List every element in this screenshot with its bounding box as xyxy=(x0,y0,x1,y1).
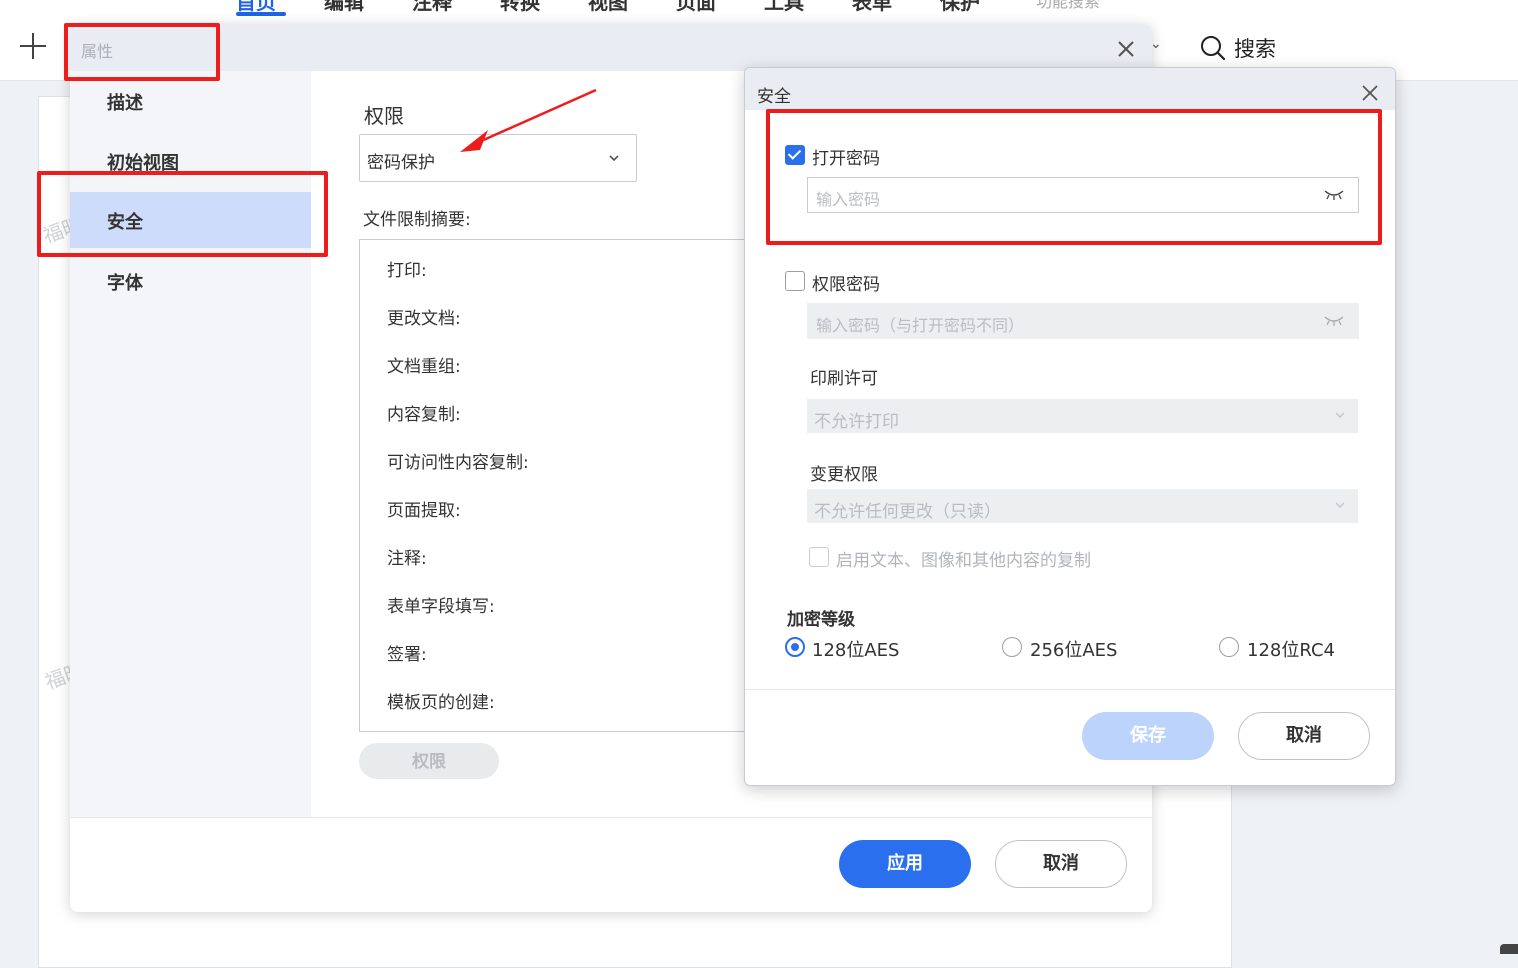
menu-convert[interactable]: 转换 xyxy=(500,0,588,15)
permission-select[interactable]: 密码保护 xyxy=(359,134,637,182)
enable-copy-checkbox[interactable] xyxy=(809,547,829,567)
chevron-down-icon xyxy=(1335,502,1345,508)
permission-password-label: 权限密码 xyxy=(812,275,880,295)
radio-128-aes[interactable] xyxy=(785,637,805,657)
permission-password-input[interactable]: 输入密码（与打开密码不同） xyxy=(807,303,1359,339)
summary-row: 打印: xyxy=(387,261,427,281)
summary-row: 注释: xyxy=(387,549,427,569)
sidebar-item-fonts[interactable]: 字体 xyxy=(70,253,311,309)
sidebar-item-description[interactable]: 描述 xyxy=(70,73,311,129)
sidebar-item-label: 安全 xyxy=(107,212,143,233)
radio-256-aes[interactable] xyxy=(1002,637,1022,657)
open-password-checkbox[interactable] xyxy=(785,145,805,165)
permissions-button[interactable]: 权限 xyxy=(359,743,499,779)
input-placeholder: 输入密码（与打开密码不同） xyxy=(816,316,1025,335)
open-password-label: 打开密码 xyxy=(812,149,880,169)
select-value: 不允许打印 xyxy=(814,412,899,432)
active-menu-indicator xyxy=(236,12,286,16)
enable-copy-label: 启用文本、图像和其他内容的复制 xyxy=(836,551,1091,571)
menu-view[interactable]: 视图 xyxy=(588,0,676,15)
security-dialog-header: 安全 xyxy=(745,68,1395,110)
menu-comment[interactable]: 注释 xyxy=(412,0,500,15)
radio-label: 256位AES xyxy=(1030,640,1118,661)
summary-row: 表单字段填写: xyxy=(387,597,495,617)
eye-closed-icon[interactable] xyxy=(1324,189,1344,201)
radio-label: 128位AES xyxy=(812,640,900,661)
menu-page[interactable]: 页面 xyxy=(676,0,764,15)
chevron-down-icon xyxy=(609,155,619,162)
menu-form[interactable]: 表单 xyxy=(852,0,940,15)
feature-search[interactable]: 功能搜索 xyxy=(1036,0,1100,12)
menu-protect[interactable]: 保护 xyxy=(940,0,1028,15)
close-icon[interactable] xyxy=(1116,39,1136,59)
scroll-handle[interactable] xyxy=(1500,944,1518,954)
print-permission-select[interactable]: 不允许打印 xyxy=(807,399,1358,433)
radio-label: 128位RC4 xyxy=(1247,640,1335,661)
input-placeholder: 输入密码 xyxy=(816,190,881,209)
sidebar-item-initial-view[interactable]: 初始视图 xyxy=(70,133,311,189)
menu-tools[interactable]: 工具 xyxy=(764,0,852,15)
search-icon xyxy=(1201,36,1226,61)
search-label: 搜索 xyxy=(1234,37,1276,61)
summary-row: 可访问性内容复制: xyxy=(387,453,529,473)
summary-row: 模板页的创建: xyxy=(387,693,495,713)
divider xyxy=(745,689,1395,690)
permission-select-value: 密码保护 xyxy=(367,153,435,173)
eye-closed-icon xyxy=(1324,316,1344,326)
close-icon[interactable] xyxy=(1361,84,1379,102)
select-value: 不允许任何更改（只读） xyxy=(814,502,1001,522)
properties-sidebar: 描述 初始视图 安全 字体 xyxy=(70,71,311,817)
permission-label: 权限 xyxy=(364,104,404,128)
menu-edit[interactable]: 编辑 xyxy=(324,0,412,15)
summary-row: 更改文档: xyxy=(387,309,461,329)
cancel-button[interactable]: 取消 xyxy=(1238,712,1370,760)
ribbon-menu: 首页 编辑 注释 转换 视图 页面 工具 表单 保护 xyxy=(236,0,1028,15)
open-password-input[interactable]: 输入密码 xyxy=(807,177,1359,213)
security-dialog-title: 安全 xyxy=(757,87,791,107)
encryption-level-title: 加密等级 xyxy=(787,610,855,630)
permission-password-checkbox[interactable] xyxy=(785,271,805,291)
sidebar-item-security[interactable]: 安全 xyxy=(70,192,311,248)
sidebar-item-label: 描述 xyxy=(107,93,143,114)
change-permission-select[interactable]: 不允许任何更改（只读） xyxy=(807,489,1358,523)
summary-label: 文件限制摘要: xyxy=(363,210,471,230)
sidebar-item-label: 字体 xyxy=(107,273,143,294)
properties-dialog-header: 属性 xyxy=(70,24,1152,71)
cancel-button[interactable]: 取消 xyxy=(995,840,1127,888)
search-button[interactable]: 搜索 xyxy=(1200,33,1276,63)
summary-row: 内容复制: xyxy=(387,405,461,425)
divider xyxy=(70,817,1152,818)
summary-row: 签署: xyxy=(387,645,427,665)
print-permission-label: 印刷许可 xyxy=(810,369,878,389)
summary-row: 页面提取: xyxy=(387,501,461,521)
save-button[interactable]: 保存 xyxy=(1082,712,1214,760)
change-permission-label: 变更权限 xyxy=(810,465,878,485)
new-tab-plus-icon[interactable] xyxy=(20,33,46,59)
chevron-down-icon xyxy=(1335,412,1345,418)
summary-row: 文档重组: xyxy=(387,357,461,377)
restriction-summary: 打印: 更改文档: 文档重组: 内容复制: 可访问性内容复制: 页面提取: 注释… xyxy=(359,239,761,732)
apply-button[interactable]: 应用 xyxy=(839,840,971,888)
properties-dialog-title: 属性 xyxy=(81,42,114,61)
radio-128-rc4[interactable] xyxy=(1219,637,1239,657)
sidebar-item-label: 初始视图 xyxy=(107,153,179,174)
security-dialog: 安全 打开密码 输入密码 权限密码 输入密码（与打开密码不同） 印刷许可 不允许… xyxy=(744,67,1396,786)
